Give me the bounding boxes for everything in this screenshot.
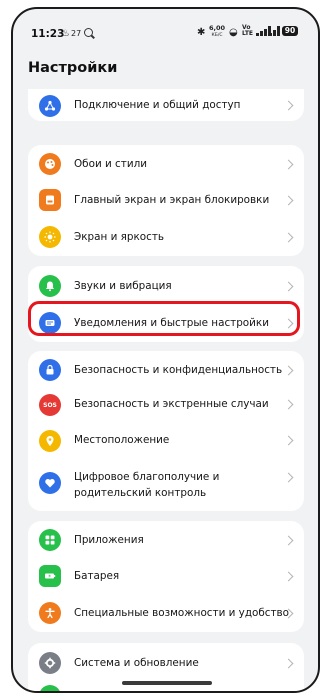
wifi-icon: ◒ — [229, 27, 238, 38]
settings-item-connection[interactable]: Подключение и общий доступ — [28, 89, 304, 121]
sos-icon: SOS — [39, 394, 61, 416]
status-temperature: 27 — [71, 29, 82, 38]
volte-indicator: Vo LTE — [242, 25, 253, 37]
chevron-right-icon — [283, 435, 294, 446]
settings-item-system[interactable]: Система и обновление — [28, 643, 304, 681]
settings-item-digital-wellbeing[interactable]: Цифровое благополучие и родительский кон… — [28, 459, 304, 511]
palette-icon — [39, 153, 61, 175]
settings-item-label: Специальные возможности и удобство — [74, 607, 290, 619]
settings-item-label: Безопасность и конфиденциальность — [74, 364, 283, 376]
volte-bottom-label: LTE — [242, 30, 254, 37]
brightness-icon — [39, 226, 61, 248]
settings-item-display[interactable]: Экран и яркость — [28, 219, 304, 256]
settings-item-label: Экран и яркость — [74, 231, 165, 243]
gear-icon — [39, 652, 61, 674]
status-time: 11:23 — [31, 28, 65, 40]
settings-item-privacy[interactable]: Безопасность и конфиденциальность — [28, 351, 304, 387]
settings-item-label: Местоположение — [74, 434, 170, 446]
chevron-right-icon — [283, 159, 294, 170]
settings-group: Подключение и общий доступ — [28, 89, 304, 121]
settings-item-label: Цифровое благополучие и родительский кон… — [74, 471, 220, 499]
flame-icon: ♨ — [61, 28, 70, 39]
settings-group: Обои и стили Главный экран и экран блоки… — [28, 145, 304, 256]
settings-item-label: Безопасность и экстренные случаи — [74, 398, 269, 410]
battery-icon — [39, 565, 61, 587]
lock-icon — [39, 359, 61, 381]
settings-item-apps[interactable]: Приложения — [28, 521, 304, 558]
gesture-navigation-bar[interactable] — [122, 681, 212, 685]
settings-item-emergency[interactable]: SOS Безопасность и экстренные случаи — [28, 387, 304, 423]
settings-list[interactable]: Подключение и общий доступ Обои и стили … — [13, 89, 318, 691]
chevron-right-icon — [283, 472, 294, 483]
network-speed-value: 6,00 — [209, 24, 226, 32]
bluetooth-icon: ✱ — [197, 27, 206, 38]
settings-item-label: Приложения — [74, 534, 144, 546]
bell-icon — [39, 275, 61, 297]
settings-item-wallpaper[interactable]: Обои и стили — [28, 145, 304, 182]
signal-icon — [269, 26, 281, 36]
battery-level-icon: 90 — [282, 26, 298, 36]
settings-item-accessibility[interactable]: Специальные возможности и удобство — [28, 595, 304, 632]
chevron-right-icon — [283, 281, 294, 292]
network-speed-unit: КБ/С — [211, 33, 223, 38]
settings-item-label: Обои и стили — [74, 158, 147, 170]
connection-icon — [39, 95, 61, 117]
chevron-right-icon — [283, 195, 294, 206]
partial-item-icon — [39, 685, 61, 691]
chevron-right-icon — [283, 658, 294, 669]
settings-item-label: Батарея — [74, 570, 120, 582]
settings-item-home-screen[interactable]: Главный экран и экран блокировки — [28, 182, 304, 219]
accessibility-icon — [39, 602, 61, 624]
chevron-right-icon — [283, 232, 294, 243]
settings-item-sounds[interactable]: Звуки и вибрация — [28, 266, 304, 304]
highlight-annotation — [28, 301, 300, 336]
chevron-right-icon — [283, 571, 294, 582]
apps-icon — [39, 529, 61, 551]
chevron-right-icon — [283, 100, 294, 111]
chevron-right-icon — [283, 399, 294, 410]
phone-frame: 11:23 ♨ 27 ✱ 6,00 КБ/С ◒ Vo LTE 90 Настр… — [11, 7, 320, 693]
home-screen-icon — [39, 189, 61, 211]
settings-item-battery[interactable]: Батарея — [28, 558, 304, 595]
settings-item-label: Подключение и общий доступ — [74, 99, 241, 111]
heart-icon — [39, 472, 61, 494]
chevron-right-icon — [283, 535, 294, 546]
settings-item-label: Звуки и вибрация — [74, 280, 172, 292]
settings-group: Приложения Батарея Специальные возможнос… — [28, 521, 304, 632]
settings-group: Система и обновление — [28, 643, 304, 691]
settings-item-label: Система и обновление — [74, 657, 199, 669]
network-speed: 6,00 КБ/С — [209, 25, 225, 39]
page-title: Настройки — [28, 60, 118, 76]
settings-item-label: Главный экран и экран блокировки — [74, 194, 270, 206]
chevron-right-icon — [283, 365, 294, 376]
status-bar: 11:23 ♨ 27 ✱ 6,00 КБ/С ◒ Vo LTE 90 — [13, 9, 318, 49]
settings-item-location[interactable]: Местоположение — [28, 423, 304, 459]
search-icon — [84, 28, 93, 37]
settings-group: Безопасность и конфиденциальность SOS Бе… — [28, 351, 304, 511]
location-icon — [39, 430, 61, 452]
